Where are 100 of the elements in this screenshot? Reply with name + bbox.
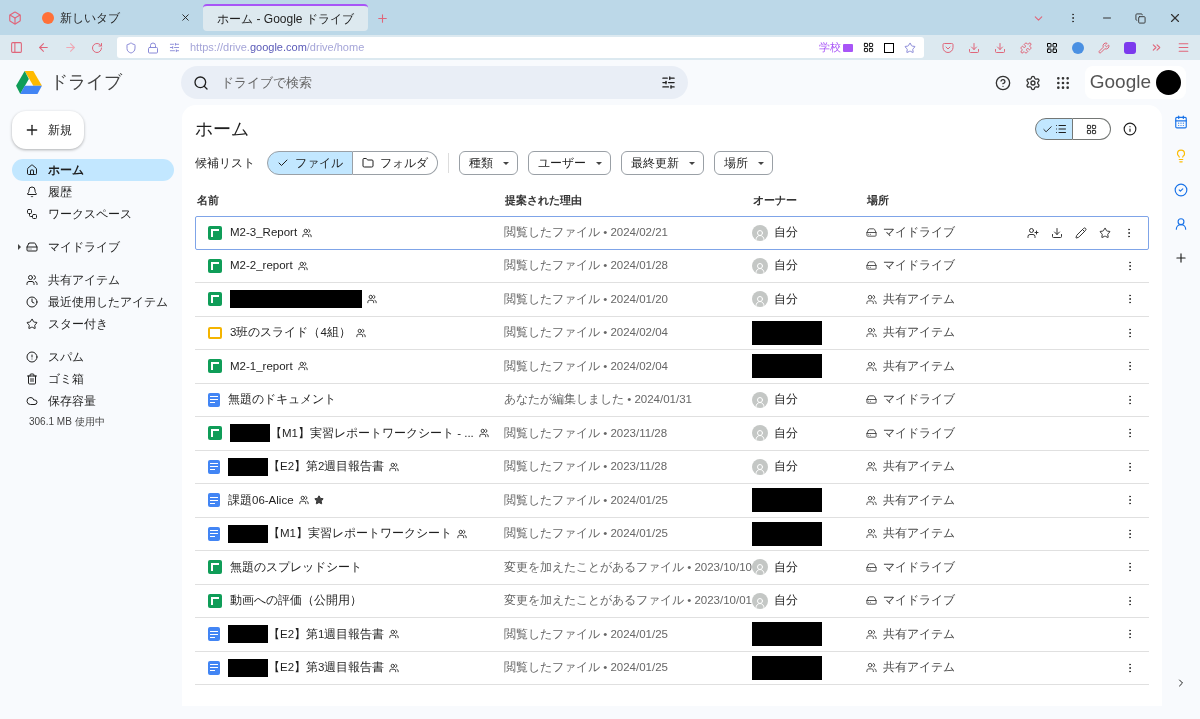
contacts-icon[interactable] — [1174, 217, 1188, 231]
column-header[interactable]: オーナー — [753, 191, 867, 209]
tab-title: ホーム - Google ドライブ — [217, 10, 354, 28]
file-row[interactable]: 無題のスプレッドシート 変更を加えたことがあるファイル • 2023/10/10 自分 マイドライブ — [195, 551, 1149, 585]
tasks-icon[interactable] — [1174, 183, 1188, 197]
list-icon — [1054, 123, 1067, 135]
bookmark-star-icon[interactable] — [904, 41, 916, 54]
shield-icon — [125, 41, 137, 54]
settings-icon[interactable] — [1024, 74, 1041, 91]
filter-chip[interactable]: 最終更新 — [621, 151, 704, 175]
storage-usage: 306.1 MB 使用中 — [28, 415, 106, 429]
file-row[interactable]: M2-1_report 閲覧したファイル • 2024/02/04 共有アイテム — [195, 350, 1149, 384]
filter-icon[interactable] — [661, 75, 676, 90]
close-icon[interactable] — [180, 12, 191, 23]
location-text: 共有アイテム — [883, 626, 955, 642]
help-icon[interactable] — [994, 74, 1011, 91]
sidebar-item[interactable]: 保存容量 — [12, 390, 174, 412]
restore-icon[interactable] — [1135, 12, 1146, 24]
document-icon — [208, 392, 220, 407]
file-row[interactable]: 課題06-Alice 閲覧したファイル • 2024/01/25 共有アイテム — [195, 484, 1149, 518]
list-view-toggle[interactable] — [1035, 118, 1073, 140]
permissions-icon — [169, 42, 180, 53]
back-icon[interactable] — [37, 41, 50, 54]
bookmark-label[interactable]: 学校 — [819, 39, 841, 56]
sidebar-item[interactable]: マイドライブ — [12, 236, 174, 258]
folder-icon — [362, 157, 374, 169]
file-row[interactable]: 【M1】実習レポートワークシート - ... 閲覧したファイル • 2023/11/28 自分 マイドライブ — [195, 417, 1149, 451]
file-row[interactable]: 【E2】第2週目報告書 閲覧したファイル • 2023/11/28 自分 共有アイテム — [195, 450, 1149, 484]
home-icon — [26, 164, 38, 176]
document-icon — [208, 660, 220, 675]
reload-icon[interactable] — [91, 41, 103, 54]
add-icon[interactable] — [1174, 251, 1188, 265]
sidebar-item[interactable]: 共有アイテム — [12, 269, 174, 291]
owner-name: 自分 — [774, 559, 798, 575]
redaction-bar — [752, 354, 822, 379]
drive-icon — [866, 427, 877, 439]
clock-icon — [26, 296, 38, 308]
sidebar-item[interactable]: ホーム — [12, 159, 174, 181]
search-icon[interactable] — [193, 74, 209, 91]
filter-chip[interactable]: ユーザー — [528, 151, 611, 175]
suggestion-reason: 閲覧したファイル • 2024/01/25 — [504, 660, 669, 676]
close-icon[interactable] — [1168, 11, 1182, 25]
lock-icon — [147, 41, 159, 54]
filter-segment[interactable]: ファイル — [267, 151, 353, 175]
new-button[interactable]: 新規 — [12, 111, 84, 149]
sidebar-item[interactable]: スパム — [12, 346, 174, 368]
browser-tab[interactable]: ホーム - Google ドライブ — [203, 4, 368, 31]
alert-icon — [26, 351, 38, 363]
file-row[interactable]: 閲覧したファイル • 2024/01/20 自分 共有アイテム — [195, 283, 1149, 317]
share-icon[interactable] — [1027, 226, 1039, 239]
document-icon — [208, 459, 220, 474]
grid-icon[interactable] — [863, 42, 874, 53]
wrench-icon[interactable] — [1098, 41, 1110, 54]
sidebar-item[interactable]: ワークスペース — [12, 203, 174, 225]
column-header[interactable]: 場所 — [867, 191, 1017, 209]
sidebar-item[interactable]: ゴミ箱 — [12, 368, 174, 390]
file-row[interactable]: 【M1】実習レポートワークシート 閲覧したファイル • 2024/01/25 共有アイテム — [195, 517, 1149, 551]
filter-segment[interactable]: フォルダ — [353, 151, 438, 175]
search-field[interactable]: ドライブで検索 — [181, 66, 688, 99]
filter-chip[interactable]: 場所 — [714, 151, 773, 175]
extension-icon[interactable] — [1072, 41, 1084, 54]
file-row[interactable]: 【E2】第3週目報告書 閲覧したファイル • 2024/01/25 共有アイテム — [195, 651, 1149, 685]
sidebar-icon[interactable] — [10, 41, 23, 54]
browser-tab[interactable]: 新しいタブ — [34, 4, 199, 31]
expand-icon[interactable] — [18, 244, 21, 250]
column-header[interactable]: 提案された理由 — [505, 191, 753, 209]
file-row[interactable]: 3班のスライド（4組） 閲覧したファイル • 2024/02/04 共有アイテム — [195, 316, 1149, 350]
file-row[interactable]: 無題のドキュメント あなたが編集しました • 2024/01/31 自分 マイドライブ — [195, 383, 1149, 417]
file-row[interactable]: 【E2】第1週目報告書 閲覧したファイル • 2024/01/25 共有アイテム — [195, 618, 1149, 652]
grid-view-toggle[interactable] — [1073, 118, 1111, 140]
info-icon[interactable] — [1123, 122, 1137, 136]
file-row[interactable]: M2-3_Report 閲覧したファイル • 2024/02/21 自分 マイドライブ — [195, 216, 1149, 250]
download-icon[interactable] — [1051, 226, 1063, 239]
people-icon — [866, 662, 877, 674]
apps-grid-icon[interactable] — [1054, 74, 1071, 91]
sidebar-item[interactable]: スター付き — [12, 313, 174, 335]
location-text: 共有アイテム — [883, 492, 955, 508]
column-header[interactable]: 名前 — [197, 191, 505, 209]
menu-icon[interactable] — [1177, 41, 1190, 54]
shared-icon — [355, 327, 366, 338]
calendar-icon[interactable] — [1174, 115, 1188, 129]
rename-icon[interactable] — [1075, 226, 1087, 239]
filter-chip[interactable]: 種類 — [459, 151, 518, 175]
apps-icon[interactable] — [1046, 41, 1058, 54]
file-row[interactable]: M2-2_report 閲覧したファイル • 2024/01/28 自分 マイドライブ — [195, 249, 1149, 283]
sidebar-item[interactable]: 履歴 — [12, 181, 174, 203]
owner-name: 自分 — [774, 392, 798, 408]
address-bar[interactable]: https://drive.google.com/drive/home 学校 — [117, 37, 924, 58]
location-text: 共有アイテム — [883, 526, 955, 542]
pocket-icon[interactable] — [942, 41, 954, 54]
save-icon[interactable] — [968, 41, 980, 54]
image-icon[interactable] — [884, 42, 894, 53]
star-icon[interactable] — [1099, 226, 1111, 239]
drive-icon — [866, 227, 877, 239]
file-row[interactable]: 動画への評価（公開用） 変更を加えたことがあるファイル • 2023/10/01 自分 マイドライブ — [195, 584, 1149, 618]
account-button[interactable]: Google — [1084, 66, 1186, 99]
suggestion-reason: 閲覧したファイル • 2024/01/25 — [504, 626, 669, 642]
search-input[interactable]: ドライブで検索 — [221, 72, 649, 93]
overflow-icon[interactable] — [1150, 41, 1163, 54]
sidebar-item[interactable]: 最近使用したアイテム — [12, 291, 174, 313]
